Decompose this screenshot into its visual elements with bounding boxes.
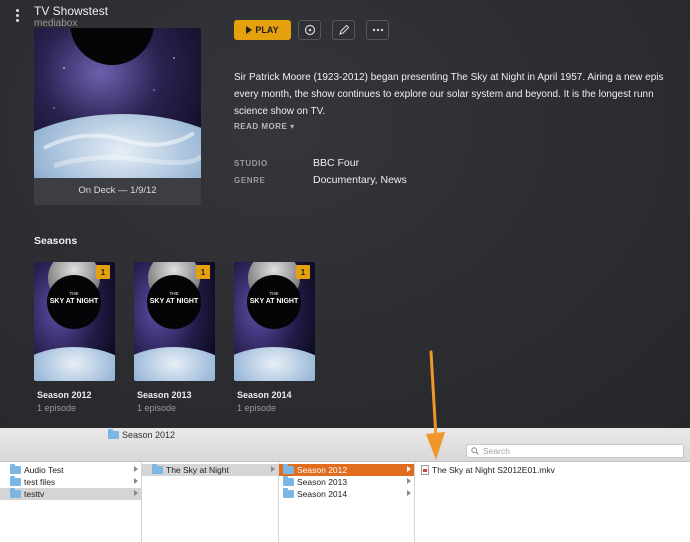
- more-menu-icon[interactable]: [12, 9, 22, 25]
- finder-path-label: Season 2012: [122, 430, 176, 440]
- summary-line: every month, the show continues to explo…: [234, 89, 654, 100]
- edit-button[interactable]: [332, 20, 355, 40]
- finder-item-test-files[interactable]: test files: [0, 476, 141, 488]
- unwatched-count-badge: 1: [96, 265, 110, 279]
- poster-text-title: SKY AT NIGHT: [50, 298, 99, 305]
- video-file-icon: [421, 465, 429, 475]
- studio-value: BBC Four: [313, 157, 360, 169]
- season-title: Season 2014: [237, 390, 292, 400]
- season-poster-image: THE SKY AT NIGHT: [134, 262, 215, 381]
- genre-value: Documentary, News: [313, 174, 407, 186]
- unwatched-count-badge: 1: [196, 265, 210, 279]
- finder-search-input[interactable]: Search: [466, 444, 684, 458]
- finder-column-3: Season 2012 Season 2013 Season 2014: [279, 462, 415, 542]
- season-poster: THE SKY AT NIGHT 1: [134, 262, 215, 381]
- show-summary: Sir Patrick Moore (1923-2012) began pres…: [234, 69, 690, 119]
- ellipsis-icon: [372, 28, 383, 32]
- poster-text-title: SKY AT NIGHT: [250, 298, 299, 305]
- folder-icon: [10, 488, 21, 498]
- check-circle-icon: [304, 24, 315, 36]
- search-icon: [471, 447, 479, 455]
- media-app: TV Showstest mediabox On Deck — 1/9/12 P…: [0, 0, 690, 430]
- poster-text-the: THE: [170, 291, 179, 296]
- season-title: Season 2012: [37, 390, 92, 400]
- finder-column-4: The Sky at Night S2012E01.mkv: [415, 462, 690, 542]
- season-episode-count: 1 episode: [37, 403, 77, 413]
- season-episode-count: 1 episode: [237, 403, 277, 413]
- finder-item-label: Season 2014: [297, 489, 348, 499]
- folder-icon: [283, 464, 294, 474]
- summary-line: science show on TV.: [234, 106, 326, 117]
- pencil-icon: [338, 24, 349, 35]
- chevron-right-icon: [271, 466, 275, 472]
- folder-icon: [283, 476, 294, 486]
- finder-item-label: test files: [24, 477, 56, 487]
- finder-item-label: Audio Test: [24, 465, 64, 475]
- finder-column-1: Audio Test test files testtv: [0, 462, 142, 542]
- finder-item-testtv[interactable]: testtv: [0, 488, 141, 500]
- unwatched-count-badge: 1: [296, 265, 310, 279]
- season-card-2014[interactable]: THE SKY AT NIGHT 1 Season 2014 1 episode: [234, 262, 315, 413]
- watched-toggle-button[interactable]: [298, 20, 321, 40]
- more-actions-button[interactable]: [366, 20, 389, 40]
- finder-item-season-2012[interactable]: Season 2012: [279, 464, 414, 476]
- summary-line: Sir Patrick Moore (1923-2012) began pres…: [234, 72, 664, 83]
- play-icon: [246, 26, 253, 34]
- read-more-link[interactable]: READ MORE ▾: [234, 122, 295, 131]
- season-poster: THE SKY AT NIGHT 1: [234, 262, 315, 381]
- finder-item-audio-test[interactable]: Audio Test: [0, 464, 141, 476]
- poster-text-the: THE: [70, 291, 79, 296]
- show-poster-image: [34, 28, 201, 178]
- finder-item-label: The Sky at Night: [166, 465, 229, 475]
- finder-item-label: The Sky at Night S2012E01.mkv: [432, 465, 555, 475]
- chevron-right-icon: [407, 478, 411, 484]
- folder-icon: [283, 488, 294, 498]
- finder-window: Season 2012 Search Audio Test test files…: [0, 428, 690, 542]
- finder-item-season-2014[interactable]: Season 2014: [279, 488, 414, 500]
- folder-icon: [10, 476, 21, 486]
- finder-path: Season 2012: [108, 429, 176, 440]
- chevron-right-icon: [407, 466, 411, 472]
- library-title: TV Showstest: [34, 4, 109, 18]
- play-button-label: PLAY: [255, 25, 279, 35]
- finder-item-mkv-file[interactable]: The Sky at Night S2012E01.mkv: [415, 464, 690, 476]
- chevron-right-icon: [134, 490, 138, 496]
- finder-item-the-sky-at-night[interactable]: The Sky at Night: [142, 464, 278, 476]
- season-card-2013[interactable]: THE SKY AT NIGHT 1 Season 2013 1 episode: [134, 262, 215, 413]
- chevron-right-icon: [134, 478, 138, 484]
- play-button[interactable]: PLAY: [234, 20, 291, 40]
- season-poster: THE SKY AT NIGHT 1: [34, 262, 115, 381]
- season-poster-image: THE SKY AT NIGHT: [234, 262, 315, 381]
- finder-column-2: The Sky at Night: [142, 462, 279, 542]
- search-placeholder: Search: [483, 446, 510, 456]
- season-card-2012[interactable]: THE SKY AT NIGHT 1 Season 2012 1 episode: [34, 262, 115, 413]
- studio-label: STUDIO: [234, 159, 268, 168]
- show-poster-card[interactable]: On Deck — 1/9/12: [34, 28, 201, 205]
- finder-item-label: Season 2012: [297, 465, 348, 475]
- seasons-heading: Seasons: [34, 235, 78, 247]
- chevron-right-icon: [134, 466, 138, 472]
- on-deck-label: On Deck — 1/9/12: [78, 185, 157, 196]
- genre-label: GENRE: [234, 176, 266, 185]
- poster-text-the: THE: [270, 291, 279, 296]
- finder-item-label: testtv: [24, 489, 45, 499]
- season-poster-image: THE SKY AT NIGHT: [34, 262, 115, 381]
- folder-icon: [108, 429, 119, 439]
- finder-item-season-2013[interactable]: Season 2013: [279, 476, 414, 488]
- poster-text-title: SKY AT NIGHT: [150, 298, 199, 305]
- finder-item-label: Season 2013: [297, 477, 348, 487]
- folder-icon: [10, 464, 21, 474]
- chevron-right-icon: [407, 490, 411, 496]
- finder-toolbar: Season 2012 Search: [0, 428, 690, 462]
- season-title: Season 2013: [137, 390, 192, 400]
- folder-icon: [152, 464, 163, 474]
- season-episode-count: 1 episode: [137, 403, 177, 413]
